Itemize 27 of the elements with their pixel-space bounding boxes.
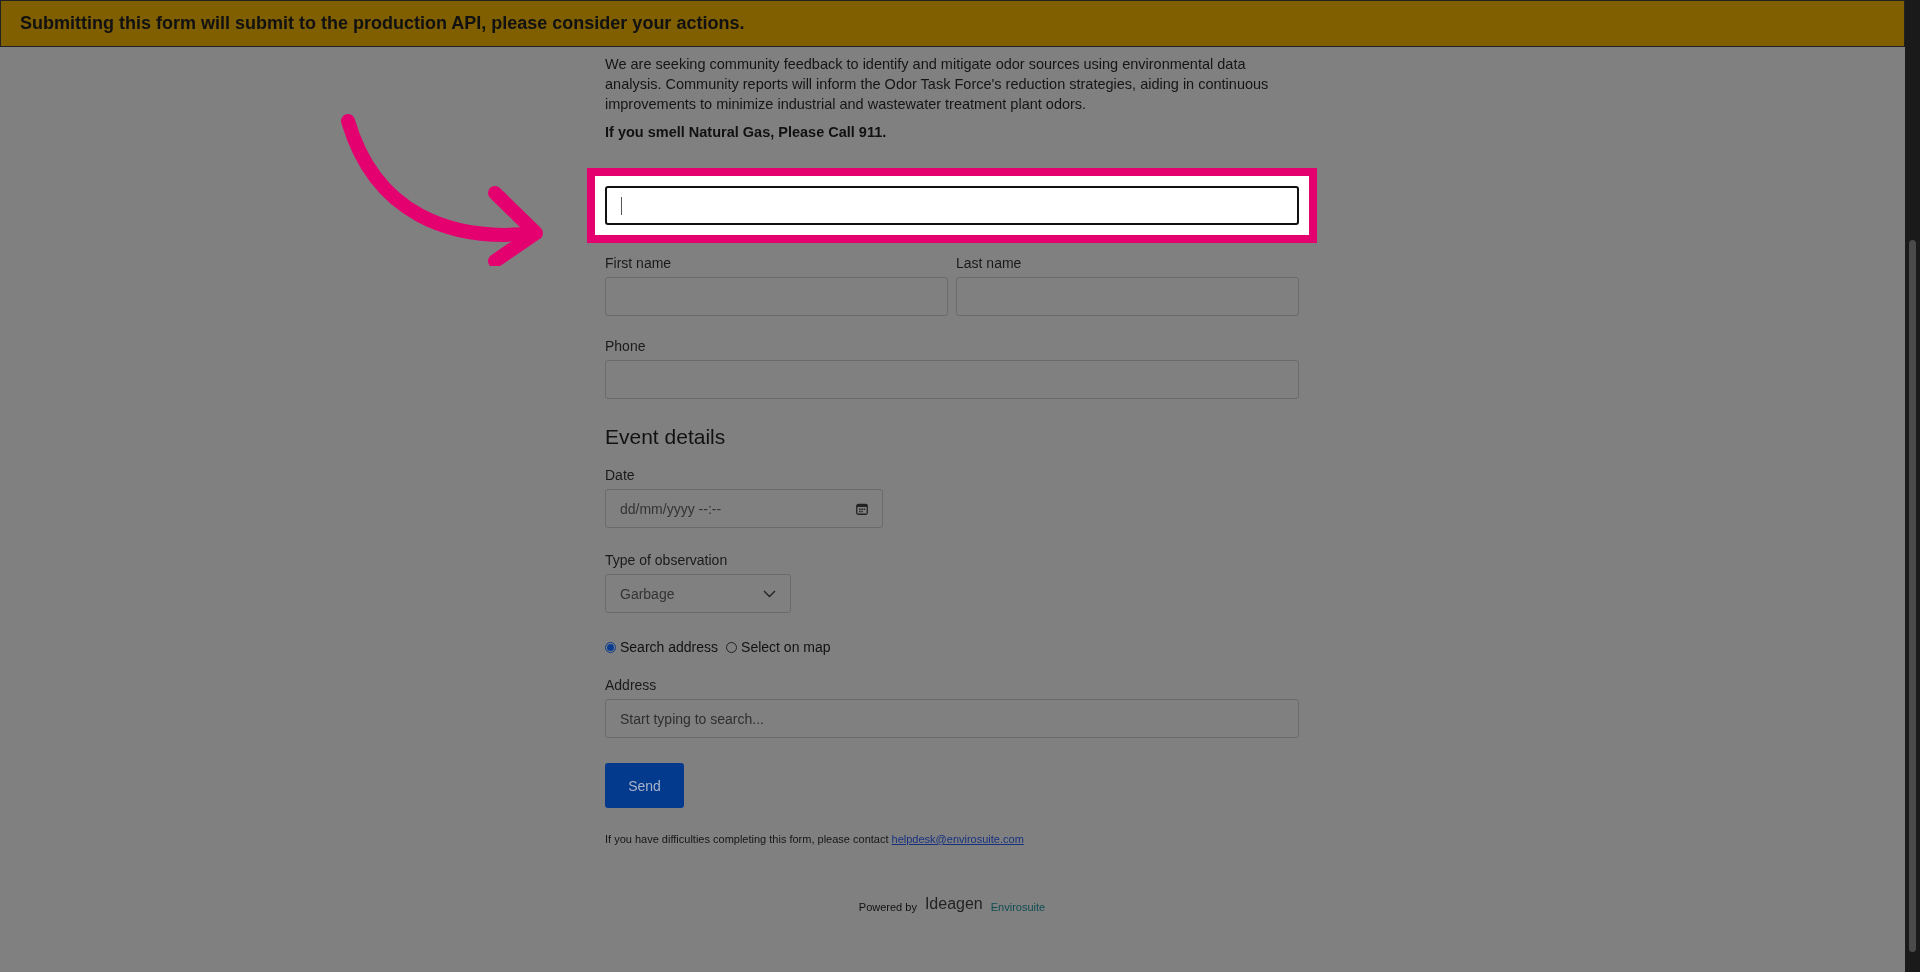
field-label: Last name [956,255,1023,271]
email-link[interactable]: helpdesk@envirosuite.com [891,833,1024,845]
gas-warning: If you smell Natural Gas, Please Call 911. [605,124,888,140]
chevron-down-icon [763,589,776,598]
send-button[interactable]: Send [605,763,684,808]
field-label: Phone [605,338,647,354]
powered-by-text: Powered by [858,901,917,913]
field-label: Date [605,467,636,483]
help-text: If you have difficulties completing this form, please contact helpdesk@envirosuite.com [605,833,1025,845]
radio-button[interactable] [605,641,616,653]
address-field[interactable]: Start typing to search... [605,699,1299,738]
field-label: Type of observation [605,552,729,568]
warning-banner: Submitting this form will submit to the production API, please consider your actions. [0,0,1905,47]
logo-text: Ideagen [924,895,983,913]
field-label: Address [605,677,658,693]
section-title: Event details [605,425,727,449]
intro-paragraph: We are seeking community feedback to identify and mitigate odor sources using environmental data analysis. Community reports will inform the Odor Task Force's reduction strategies, aiding in continuous improvements to minimize industrial and wastewater treatment plant odors. [605,55,1270,114]
date-field[interactable]: dd/mm/yyyy --:-- [605,489,883,528]
observation-dropdown[interactable]: Garbage [605,574,791,613]
radio-label[interactable]: Search address [620,639,719,655]
email-field[interactable] [605,186,1299,225]
radio-label[interactable]: Select on map [741,639,831,655]
logo-text: Envirosuite [990,901,1046,913]
calendar-icon[interactable] [856,502,868,515]
scrollbar[interactable] [1905,0,1920,972]
radio-button[interactable] [726,641,738,653]
field-label: First name [605,255,673,271]
